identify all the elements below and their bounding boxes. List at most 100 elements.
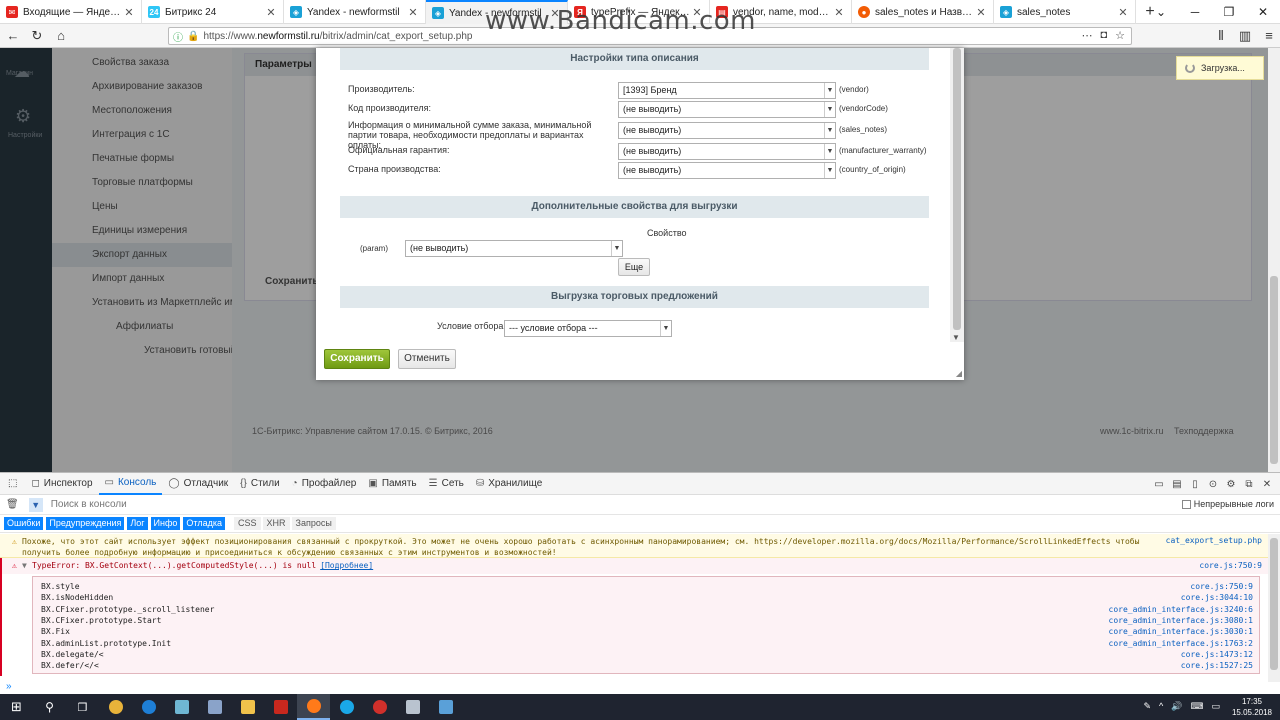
vendor-code-select[interactable]: (не выводить) ▼ [618,101,836,118]
volume-icon[interactable]: 🔊 [1171,701,1182,712]
stack-frame-source[interactable]: core.js:3044:10 [1181,592,1253,603]
filter-errors[interactable]: Ошибки [4,517,44,530]
resize-handle-icon[interactable]: ◢ [956,369,962,378]
browser-tab-active[interactable]: ◈ Yandex - newformstil ✕ [426,0,568,24]
tray-chevron-icon[interactable]: ^ [1159,701,1163,712]
filter-xhr[interactable]: XHR [262,517,290,530]
vendor-select[interactable]: [1393] Бренд ▼ [618,82,836,99]
stack-frame-source[interactable]: core.js:1527:25 [1181,660,1253,671]
browser-tab[interactable]: ЯtypePrefix — Яндекс нашлось✕ [568,0,710,24]
browser-tab[interactable]: ◈ Yandex - newformstil ✕ [284,0,426,24]
library-icon[interactable]: ⫴ [1210,25,1232,47]
taskbar-app-edge[interactable] [132,694,165,720]
taskbar-app-network[interactable] [198,694,231,720]
close-devtools-icon[interactable]: ✕ [1258,479,1276,490]
task-view-button[interactable]: ❐ [66,694,99,720]
close-icon[interactable]: ✕ [691,6,703,19]
taskbar-app-notes[interactable] [429,694,462,720]
console-search-input[interactable]: Поиск в консоли [51,499,127,510]
start-button[interactable]: ⊞ [0,694,33,720]
menu-icon[interactable]: ≡ [1258,25,1280,47]
pen-icon[interactable]: ✎ [1143,701,1151,712]
taskbar-app-notepad[interactable] [165,694,198,720]
taskbar-clock[interactable]: 17:35 15.05.2018 [1232,696,1272,718]
pocket-icon[interactable]: ◘ [1100,29,1107,42]
taskbar-app-firefox[interactable] [297,694,330,720]
filter-log[interactable]: Лог [127,517,148,530]
scroll-down-icon[interactable]: ▼ [952,333,960,342]
dialog-scrollbar[interactable]: ▼ [950,48,964,342]
browser-tab[interactable]: 24 Битрикс 24 ✕ [142,0,284,24]
taskbar-app-skype[interactable] [330,694,363,720]
search-button[interactable]: ⚲ [33,694,66,720]
tab-debugger[interactable]: ◯ Отладчик [162,473,234,495]
sales-notes-select[interactable]: (не выводить) ▼ [618,122,836,139]
stack-frame-source[interactable]: core.js:1473:12 [1181,649,1253,660]
info-icon[interactable]: ⓘ [173,29,183,44]
bookmark-star-icon[interactable]: ☆ [1115,29,1125,42]
filter-icon[interactable]: ▼ [28,497,43,512]
filter-info[interactable]: Инфо [150,517,181,530]
close-icon[interactable]: ✕ [123,6,135,19]
error-source-link[interactable]: core.js:750:9 [1199,561,1262,570]
filter-css[interactable]: CSS [233,517,261,530]
undock-icon[interactable]: ⧉ [1240,479,1258,490]
filter-warnings[interactable]: Предупреждения [46,517,125,530]
tab-memory[interactable]: ▣ Память [362,473,422,495]
restore-icon[interactable]: ❐ [1212,0,1246,24]
element-picker-icon[interactable]: ⬚ [0,473,25,495]
console-scrollbar[interactable] [1268,534,1280,682]
console-error[interactable]: ⚠ ▼ TypeError: BX.GetContext(...).getCom… [0,558,1268,574]
browser-tab[interactable]: ✉Входящие — Яндекс.Почта✕ [0,0,142,24]
stack-frame-source[interactable]: core.js:750:9 [1190,581,1253,592]
dock-icon[interactable]: ▭ [1150,479,1168,490]
home-icon[interactable]: ⌂ [50,25,72,47]
close-icon[interactable]: ✕ [265,6,277,19]
more-actions-icon[interactable]: ⋯ [1081,29,1092,42]
warning-source-link[interactable]: cat_export_setup.php [1166,536,1262,545]
tab-console[interactable]: ▭ Консоль [98,473,163,495]
close-icon[interactable]: ✕ [1117,6,1129,19]
more-button[interactable]: Еще [618,258,650,276]
split-console-icon[interactable]: ▤ [1168,479,1186,490]
warranty-select[interactable]: (не выводить) ▼ [618,143,836,160]
tab-storage[interactable]: ⛁ Хранилище [470,473,548,495]
scrollbar-thumb[interactable] [953,48,961,330]
console-input[interactable]: » [6,681,12,692]
tab-list-icon[interactable]: ⌄ [1144,0,1178,24]
more-info-link[interactable]: [Подробнее] [320,561,373,570]
browser-tab[interactable]: ▤vendor, name, model, typePr✕ [710,0,852,24]
filter-requests[interactable]: Запросы [291,517,336,530]
taskbar-app-chrome[interactable] [99,694,132,720]
tab-profiler[interactable]: ◔ Профайлер [286,473,363,495]
close-icon[interactable]: ✕ [407,6,419,19]
cancel-button[interactable]: Отменить [398,349,456,369]
settings-icon[interactable]: ⚙ [1222,479,1240,490]
stack-frame-source[interactable]: core_admin_interface.js:3030:1 [1109,626,1254,637]
expand-triangle-icon[interactable]: ▼ [22,561,27,570]
close-icon[interactable]: ✕ [549,7,561,20]
filter-debug[interactable]: Отладка [183,517,225,530]
close-window-icon[interactable]: ✕ [1246,0,1280,24]
sidebar-icon[interactable]: ▥ [1234,25,1256,47]
tab-inspector[interactable]: ◻ Инспектор [25,473,98,495]
condition-select[interactable]: --- условие отбора --- ▼ [504,320,672,337]
taskbar-app-filezilla[interactable] [264,694,297,720]
taskbar-app-explorer[interactable] [231,694,264,720]
trash-icon[interactable]: 🗑 [6,499,19,510]
param-select[interactable]: (не выводить) ▼ [405,240,623,257]
scrollbar-thumb[interactable] [1270,538,1278,670]
tab-styles[interactable]: {} Стили [234,473,286,495]
close-icon[interactable]: ✕ [975,6,987,19]
close-icon[interactable]: ✕ [833,6,845,19]
taskbar-app-bandicam[interactable] [363,694,396,720]
save-button[interactable]: Сохранить [324,349,390,369]
responsive-icon[interactable]: ▯ [1186,479,1204,490]
taskbar-app-files[interactable] [396,694,429,720]
stack-frame-source[interactable]: core_admin_interface.js:1763:2 [1109,638,1254,649]
stack-frame-source[interactable]: core_admin_interface.js:3080:1 [1109,615,1254,626]
tab-network[interactable]: ☰ Сеть [423,473,470,495]
reload-icon[interactable]: ↻ [26,25,48,47]
minimize-icon[interactable]: ─ [1178,0,1212,24]
country-select[interactable]: (не выводить) ▼ [618,162,836,179]
